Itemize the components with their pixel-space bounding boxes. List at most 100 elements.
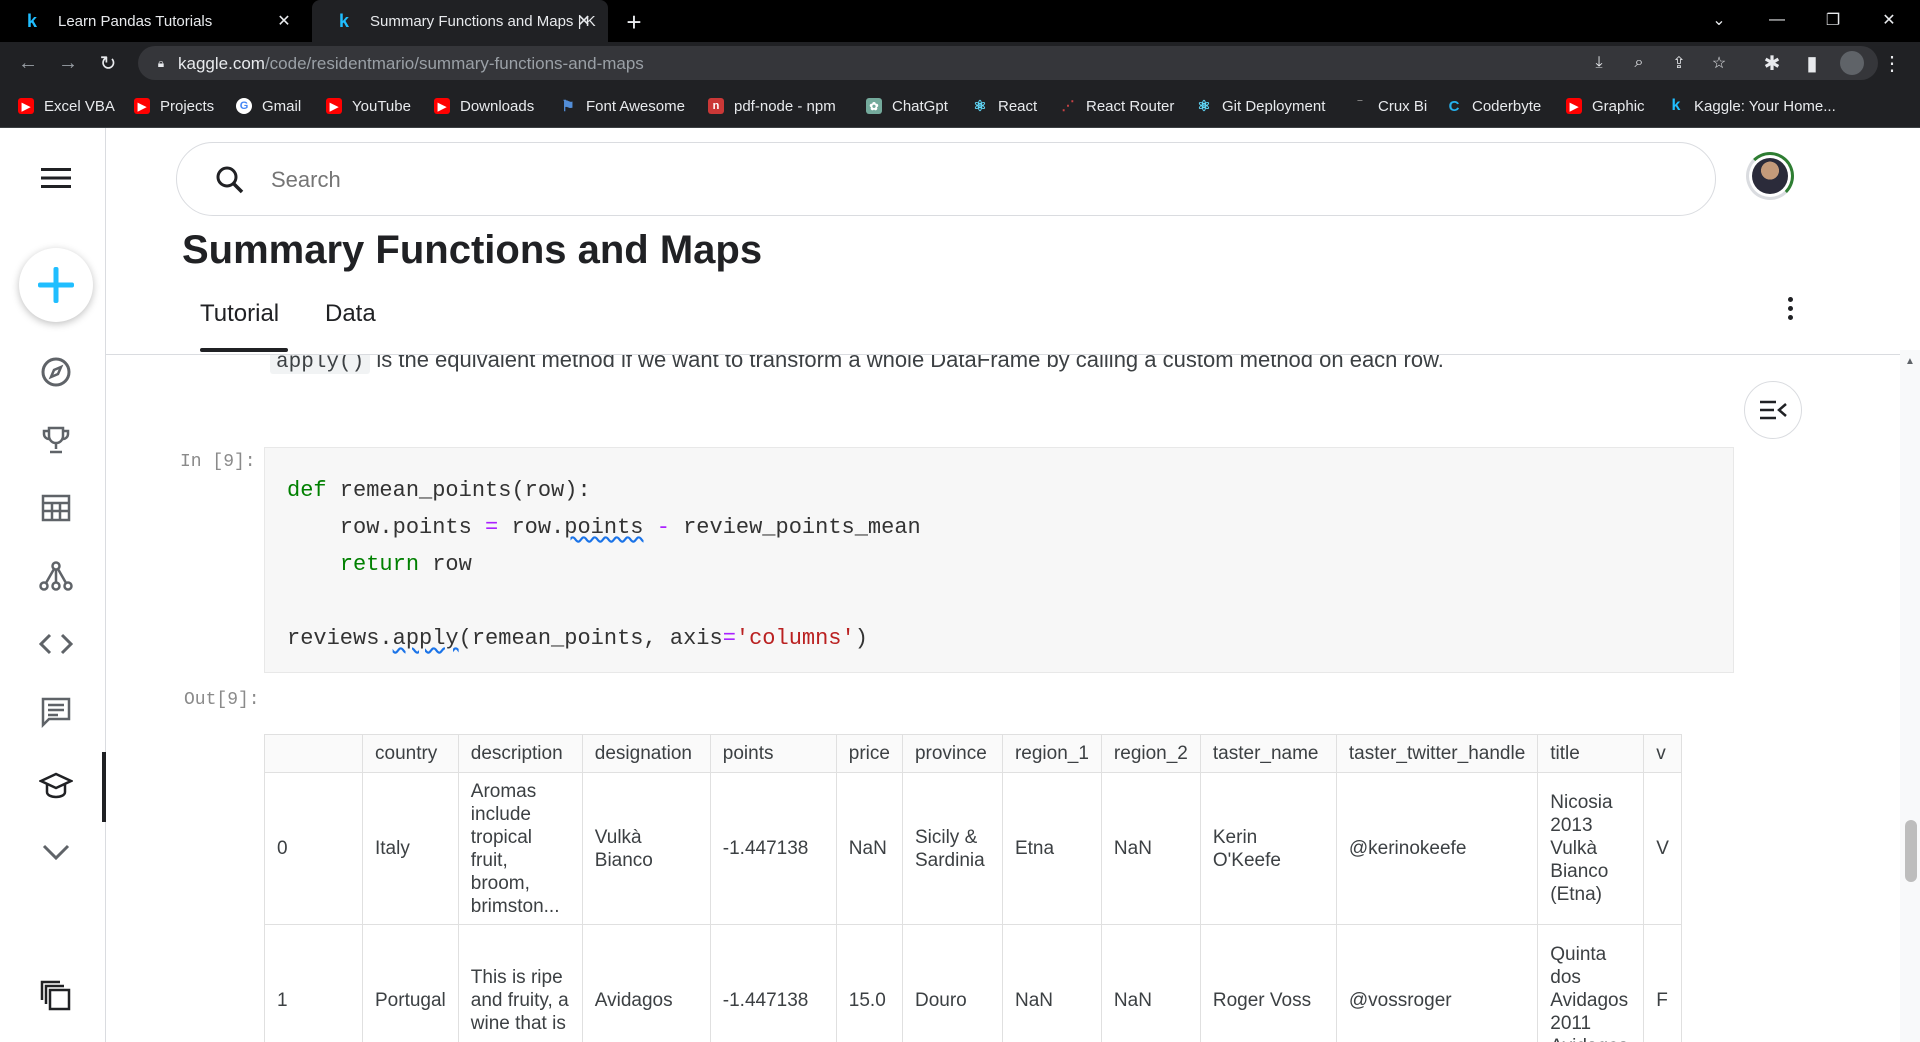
bookmark-chatgpt[interactable]: ✿ ChatGpt [866,96,948,116]
bookmark-react[interactable]: ⚛ React [972,96,1037,116]
tab-title: Learn Pandas Tutorials [58,12,213,30]
chrome-menu-icon[interactable]: ⋮ [1880,51,1904,75]
table-of-contents-button[interactable] [1744,381,1802,439]
kaggle-icon: k [1671,97,1681,114]
tab-title: Summary Functions and Maps | K [370,12,596,30]
youtube-icon: ▶ [326,98,342,114]
restore-button[interactable]: ❐ [1810,0,1856,40]
code-keyword: def [287,478,327,503]
bookmark-crux-bi[interactable]: ‾ Crux Bi [1352,96,1427,116]
table-cell: This is ripe and fruity, a wine that is [457,924,583,1042]
tab-search-chevron-icon[interactable]: ⌄ [1696,0,1742,40]
close-tab-icon[interactable]: ✕ [274,11,294,31]
column-header: price [835,734,903,773]
install-app-icon[interactable]: ⤓ [1590,54,1608,72]
scrollbar-thumb[interactable] [1905,820,1917,882]
vertical-scrollbar[interactable]: ▲ [1900,350,1920,1042]
view-active-events-icon[interactable] [36,976,76,1016]
crux-icon: ‾ [1358,100,1362,112]
profile-avatar-icon[interactable] [1840,51,1864,75]
inline-code: apply() [270,355,371,374]
main-content: Summary Functions and Maps Tutorial Data… [106,128,1920,1042]
models-icon[interactable] [36,556,76,596]
youtube-icon: ▶ [134,98,150,114]
forward-button[interactable]: → [56,51,80,75]
bookmark-pdf-node[interactable]: n pdf-node - npm [708,96,836,116]
user-avatar[interactable] [1746,152,1794,200]
coderbyte-icon: C [1448,97,1460,115]
bookmark-react-router[interactable]: ⋰ React Router [1060,96,1175,116]
bookmark-font-awesome[interactable]: ⚑ Font Awesome [560,96,685,116]
table-icon[interactable] [36,488,76,528]
column-header [264,734,363,773]
bookmarks-bar: ▶ Excel VBA ▶ Projects G Gmail ▶ YouTube ▶ Do… [0,84,1920,128]
search-input[interactable] [271,163,871,197]
active-tab-underline [200,348,288,352]
bookmark-coderbyte[interactable]: C Coderbyte [1446,96,1542,116]
bookmark-graphic[interactable]: ▶ Graphic [1566,96,1645,116]
notebook-scroll-area: apply() is the equivalent method if we w… [106,355,1920,1042]
bookmark-excel-vba[interactable]: ▶ Excel VBA [18,96,115,116]
bookmark-gmail[interactable]: G Gmail [236,96,301,116]
column-header: taster_twitter_handle [1335,734,1539,773]
input-prompt: In [9]: [180,452,256,472]
youtube-icon: ▶ [434,98,450,114]
column-header: country [362,734,459,773]
bookmark-projects[interactable]: ▶ Projects [134,96,214,116]
table-cell: Portugal [362,924,459,1042]
close-window-button[interactable]: ✕ [1866,0,1912,40]
column-header: taster_name [1199,734,1337,773]
hamburger-menu-icon[interactable] [36,158,76,198]
column-header: region_1 [1001,734,1102,773]
bookmark-downloads[interactable]: ▶ Downloads [434,96,534,116]
browser-tab-summary-functions[interactable]: k Summary Functions and Maps | K ✕ [312,0,608,42]
learn-icon[interactable] [36,766,76,806]
table-cell: -1.447138 [709,924,837,1042]
kaggle-sidebar [0,128,106,1042]
scroll-up-arrow-icon[interactable]: ▲ [1905,356,1915,367]
browser-tab-learn-pandas[interactable]: k Learn Pandas Tutorials ✕ [0,0,308,42]
zoom-icon[interactable]: ⌕ [1630,54,1648,72]
extensions-icon[interactable]: ✱ [1760,51,1784,75]
back-button[interactable]: ← [16,51,40,75]
code-cell[interactable]: def remean_points(row): row.points = row… [264,447,1734,673]
table-cell: Italy [362,772,459,925]
new-tab-button[interactable]: + [620,7,648,37]
minimize-button[interactable]: — [1754,0,1800,40]
code-icon[interactable] [36,624,76,664]
code-keyword: return [339,552,420,577]
tab-tutorial[interactable]: Tutorial [200,300,279,328]
bookmark-git-deployment[interactable]: ⚛ Git Deployment [1196,96,1325,116]
table-cell: Quinta dos Avidagos 2011 Avidagos [1537,924,1645,1042]
npm-icon: n [708,98,724,114]
table-row: 0 Italy Aromas include tropical fruit, b… [264,772,1682,925]
table-cell: -1.447138 [709,772,837,925]
index-cell: 1 [264,924,363,1042]
side-panel-icon[interactable]: ▮ [1800,51,1824,75]
column-header: title [1537,734,1645,773]
create-button[interactable] [19,248,93,322]
discussion-icon[interactable] [36,692,76,732]
reload-button[interactable]: ↻ [96,51,120,75]
trophy-icon[interactable] [36,420,76,460]
avatar-image [1752,158,1788,194]
tab-data[interactable]: Data [325,300,376,328]
search-box[interactable] [176,142,1716,216]
close-tab-icon[interactable]: ✕ [574,11,594,31]
more-options-icon[interactable] [1778,288,1802,328]
omnibox[interactable]: 🔒︎ kaggle.com/code/residentmario/summary… [138,46,1878,80]
table-cell: Kerin O'Keefe [1199,772,1337,925]
youtube-icon: ▶ [1566,98,1582,114]
table-cell: NaN [835,772,903,925]
compass-icon[interactable] [36,352,76,392]
bookmark-star-icon[interactable]: ☆ [1710,54,1728,72]
bookmark-kaggle[interactable]: k Kaggle: Your Home... [1668,96,1836,116]
bookmark-youtube[interactable]: ▶ YouTube [326,96,411,116]
react-router-icon: ⋰ [1061,98,1075,113]
chevron-down-icon[interactable] [36,832,76,872]
share-icon[interactable]: ⇪ [1670,54,1688,72]
dataframe-output: country description designation points p… [264,734,1692,1042]
search-icon [216,166,244,194]
column-header: province [901,734,1003,773]
flag-icon: ⚑ [561,98,575,115]
